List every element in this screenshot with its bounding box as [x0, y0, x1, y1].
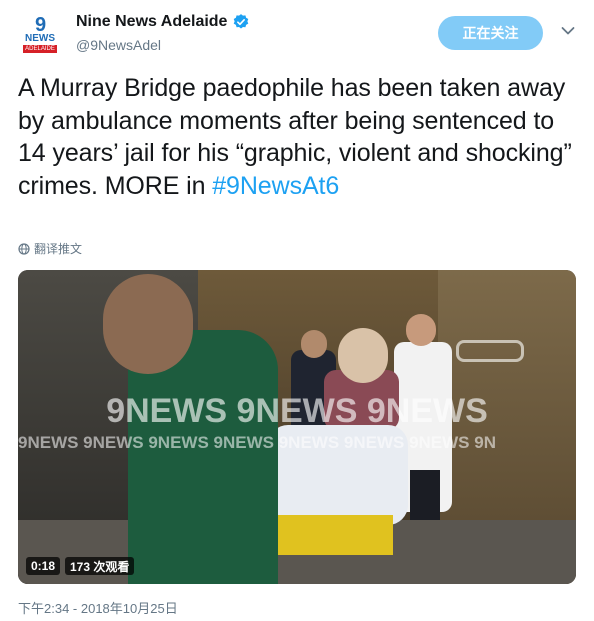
tweet-text: A Murray Bridge paedophile has been take… — [18, 72, 578, 202]
video-duration-badge: 0:18 — [26, 557, 61, 575]
tweet-header: 9 NEWS ADELAIDE Nine News Adelaide @9New… — [0, 0, 594, 64]
verified-badge-icon — [234, 14, 249, 29]
video-scene-officer-head — [301, 330, 327, 358]
avatar-logo-city: ADELAIDE — [23, 44, 57, 53]
following-button[interactable]: 正在关注 — [438, 16, 543, 50]
hashtag-link[interactable]: #9NewsAt6 — [212, 172, 339, 200]
video-scene-patient-head — [338, 328, 388, 383]
chevron-down-icon[interactable] — [561, 26, 575, 36]
video-scene-guard-head — [406, 314, 436, 346]
name-row: Nine News Adelaide — [76, 13, 250, 31]
avatar[interactable]: 9 NEWS ADELAIDE — [18, 12, 62, 56]
display-name[interactable]: Nine News Adelaide — [76, 13, 227, 31]
translate-label: 翻译推文 — [34, 242, 83, 256]
tweet-timestamp[interactable]: 下午2:34 - 2018年10月25日 — [18, 598, 178, 617]
video-watermark-small: 9NEWS 9NEWS 9NEWS 9NEWS 9NEWS 9NEWS 9NEW… — [18, 433, 496, 452]
video-scene-paramedic-head — [103, 274, 193, 374]
globe-icon — [18, 242, 30, 255]
video-watermark-large: 9NEWS 9NEWS 9NEWS — [106, 392, 488, 430]
video-scene-guard-legs — [410, 470, 440, 520]
video-scene-door-handle — [456, 340, 524, 362]
video-views-badge: 173 次观看 — [65, 557, 135, 575]
video-player[interactable]: 9NEWS 9NEWS 9NEWS 9NEWS 9NEWS 9NEWS 9NEW… — [18, 270, 576, 584]
translate-tweet[interactable]: 翻译推文 — [18, 240, 82, 257]
avatar-logo-news: NEWS — [25, 32, 55, 44]
avatar-logo-nine: 9 — [34, 13, 46, 36]
video-scene-stretcher-frame — [273, 515, 393, 555]
account-handle[interactable]: @9NewsAdel — [76, 37, 161, 53]
